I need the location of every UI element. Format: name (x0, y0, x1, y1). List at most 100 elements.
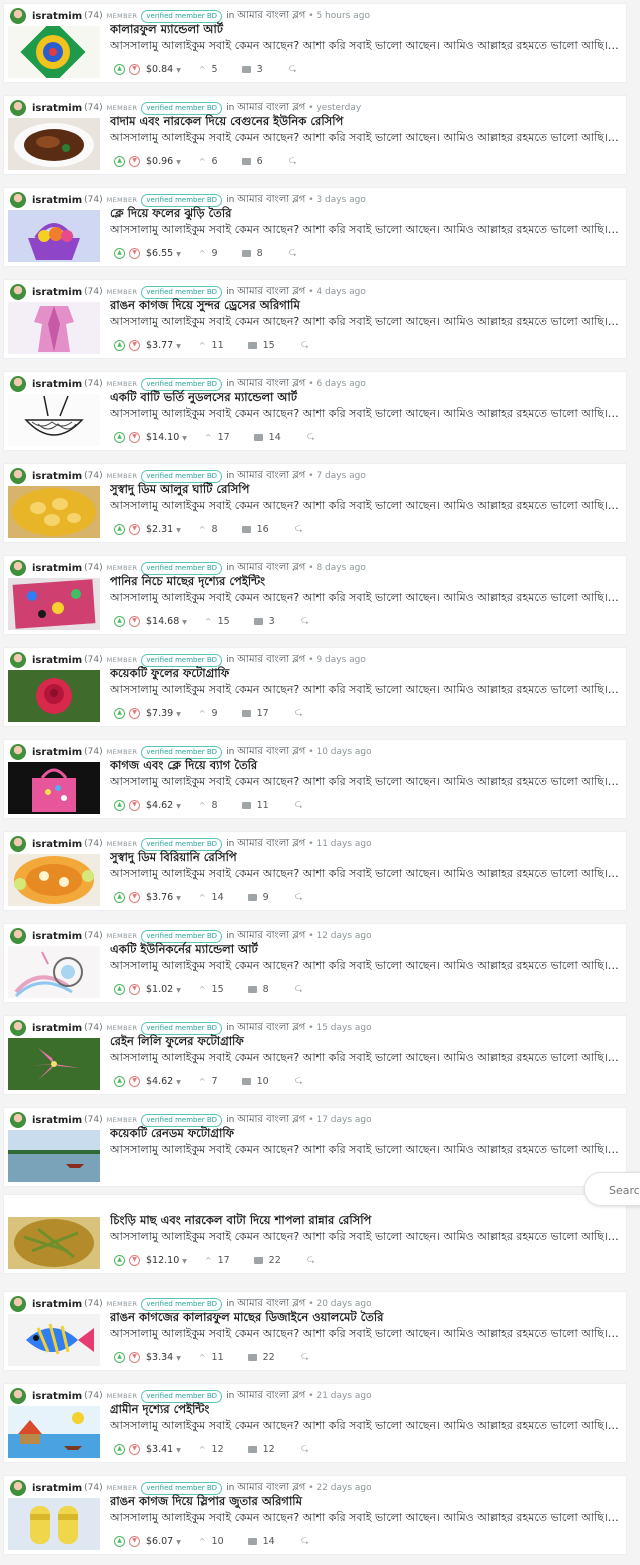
post-card[interactable]: isratmim (74) MEMBER verified member BD … (3, 1475, 627, 1555)
reblog-icon[interactable]: ⮎ (301, 613, 309, 630)
post-card[interactable]: isratmim (74) MEMBER verified member BD … (3, 739, 627, 819)
reply-count[interactable]: 22 (253, 1255, 281, 1266)
post-card[interactable]: isratmim (74) MEMBER verified member BD … (3, 279, 627, 359)
post-excerpt[interactable]: আসসালামু আলাইকুম সবাই কেমন আছেন? আশা করি… (110, 1509, 622, 1528)
post-card[interactable]: isratmim (74) MEMBER verified member BD … (3, 555, 627, 635)
payout-value[interactable]: $12.10 ▼ (146, 1255, 187, 1266)
post-excerpt[interactable]: আসসালামু আলাইকুম সবাই কেমন আছেন? আশা করি… (110, 221, 622, 240)
post-excerpt[interactable]: আসসালামু আলাইকুম সবাই কেমন আছেন? আশা করি… (110, 313, 622, 332)
author-link[interactable]: isratmim (32, 839, 82, 850)
author-link[interactable]: isratmim (32, 563, 82, 574)
reply-count[interactable]: 16 (241, 524, 269, 535)
vote-count[interactable]: ^ 5 (199, 64, 218, 75)
reblog-icon[interactable]: ⮎ (295, 1073, 303, 1090)
upvote-icon[interactable]: ▲ (114, 707, 125, 719)
reblog-icon[interactable]: ⮎ (307, 429, 315, 446)
reblog-icon[interactable]: ⮎ (295, 521, 303, 538)
downvote-icon[interactable]: ▼ (129, 63, 140, 75)
avatar[interactable] (10, 192, 26, 208)
avatar[interactable] (10, 284, 26, 300)
author-link[interactable]: isratmim (32, 11, 82, 22)
reblog-icon[interactable]: ⮎ (307, 1252, 315, 1269)
post-excerpt[interactable]: আসসালামু আলাইকুম সবাই কেমন আছেন? আশা করি… (110, 1141, 622, 1160)
downvote-icon[interactable]: ▼ (129, 155, 140, 167)
author-link[interactable]: isratmim (32, 287, 82, 298)
post-thumbnail[interactable] (8, 1314, 100, 1366)
post-thumbnail[interactable] (8, 854, 100, 906)
downvote-icon[interactable]: ▼ (129, 431, 140, 443)
vote-count[interactable]: ^ 15 (205, 616, 230, 627)
avatar[interactable] (10, 560, 26, 576)
reblog-icon[interactable]: ⮎ (295, 889, 303, 906)
reply-count[interactable]: 10 (241, 1076, 269, 1087)
post-thumbnail[interactable] (8, 1130, 100, 1182)
vote-count[interactable]: ^ 9 (199, 248, 218, 259)
payout-value[interactable]: $14.68 ▼ (146, 616, 187, 627)
avatar[interactable] (10, 744, 26, 760)
downvote-icon[interactable]: ▼ (129, 1254, 140, 1266)
author-link[interactable]: isratmim (32, 1023, 82, 1034)
payout-value[interactable]: $3.77 ▼ (146, 340, 181, 351)
post-thumbnail[interactable] (8, 762, 100, 814)
post-card[interactable]: isratmim (74) MEMBER verified member BD … (3, 95, 627, 175)
post-excerpt[interactable]: আসসালামু আলাইকুম সবাই কেমন আছেন? আশা করি… (110, 497, 622, 516)
author-link[interactable]: isratmim (32, 1483, 82, 1494)
payout-value[interactable]: $7.39 ▼ (146, 708, 181, 719)
post-card[interactable]: isratmim (74) MEMBER verified member BD … (3, 1383, 627, 1463)
avatar[interactable] (10, 376, 26, 392)
vote-count[interactable]: ^ 6 (199, 156, 218, 167)
post-thumbnail[interactable] (8, 210, 100, 262)
payout-value[interactable]: $6.55 ▼ (146, 248, 181, 259)
payout-value[interactable]: $2.31 ▼ (146, 524, 181, 535)
post-thumbnail[interactable] (8, 1038, 100, 1090)
upvote-icon[interactable]: ▲ (114, 1351, 125, 1363)
post-excerpt[interactable]: আসসালামু আলাইকুম সবাই কেমন আছেন? আশা করি… (110, 773, 622, 792)
post-excerpt[interactable]: আসসালামু আলাইকুম সবাই কেমন আছেন? আশা করি… (110, 1228, 622, 1247)
author-link[interactable]: isratmim (32, 1299, 82, 1310)
post-excerpt[interactable]: আসসালামু আলাইকুম সবাই কেমন আছেন? আশা করি… (110, 1417, 622, 1436)
payout-value[interactable]: $4.62 ▼ (146, 1076, 181, 1087)
reply-count[interactable]: 11 (241, 800, 269, 811)
payout-value[interactable]: $0.84 ▼ (146, 64, 181, 75)
vote-count[interactable]: ^ 14 (199, 892, 224, 903)
reblog-icon[interactable]: ⮎ (295, 705, 303, 722)
author-link[interactable]: isratmim (32, 379, 82, 390)
downvote-icon[interactable]: ▼ (129, 523, 140, 535)
avatar[interactable] (10, 1020, 26, 1036)
post-card[interactable]: isratmim (74) MEMBER verified member BD … (3, 923, 627, 1003)
upvote-icon[interactable]: ▲ (114, 799, 125, 811)
upvote-icon[interactable]: ▲ (114, 1535, 125, 1547)
avatar[interactable] (10, 1388, 26, 1404)
post-thumbnail[interactable] (8, 486, 100, 538)
post-excerpt[interactable]: আসসালামু আলাইকুম সবাই কেমন আছেন? আশা করি… (110, 681, 622, 700)
upvote-icon[interactable]: ▲ (114, 247, 125, 259)
downvote-icon[interactable]: ▼ (129, 615, 140, 627)
vote-count[interactable]: ^ 10 (199, 1536, 224, 1547)
upvote-icon[interactable]: ▲ (114, 63, 125, 75)
upvote-icon[interactable]: ▲ (114, 1443, 125, 1455)
avatar[interactable] (10, 8, 26, 24)
avatar[interactable] (10, 468, 26, 484)
reply-count[interactable]: 12 (247, 1444, 275, 1455)
author-link[interactable]: isratmim (32, 471, 82, 482)
reblog-icon[interactable]: ⮎ (301, 1441, 309, 1458)
post-card[interactable]: চিংড়ি মাছ এবং নারকেল বাটা দিয়ে শাপলা র… (3, 1194, 627, 1274)
upvote-icon[interactable]: ▲ (114, 1075, 125, 1087)
author-link[interactable]: isratmim (32, 1391, 82, 1402)
downvote-icon[interactable]: ▼ (129, 1075, 140, 1087)
upvote-icon[interactable]: ▲ (114, 155, 125, 167)
reblog-icon[interactable]: ⮎ (289, 153, 297, 170)
post-thumbnail[interactable] (8, 670, 100, 722)
avatar[interactable] (10, 1480, 26, 1496)
reply-count[interactable]: 6 (241, 156, 263, 167)
author-link[interactable]: isratmim (32, 103, 82, 114)
post-excerpt[interactable]: আসসালামু আলাইকুম সবাই কেমন আছেন? আশা করি… (110, 957, 622, 976)
avatar[interactable] (10, 1296, 26, 1312)
post-excerpt[interactable]: আসসালামু আলাইকুম সবাই কেমন আছেন? আশা করি… (110, 405, 622, 424)
upvote-icon[interactable]: ▲ (114, 891, 125, 903)
reply-count[interactable]: 22 (247, 1352, 275, 1363)
reply-count[interactable]: 8 (241, 248, 263, 259)
upvote-icon[interactable]: ▲ (114, 431, 125, 443)
reblog-icon[interactable]: ⮎ (301, 337, 309, 354)
avatar[interactable] (10, 836, 26, 852)
